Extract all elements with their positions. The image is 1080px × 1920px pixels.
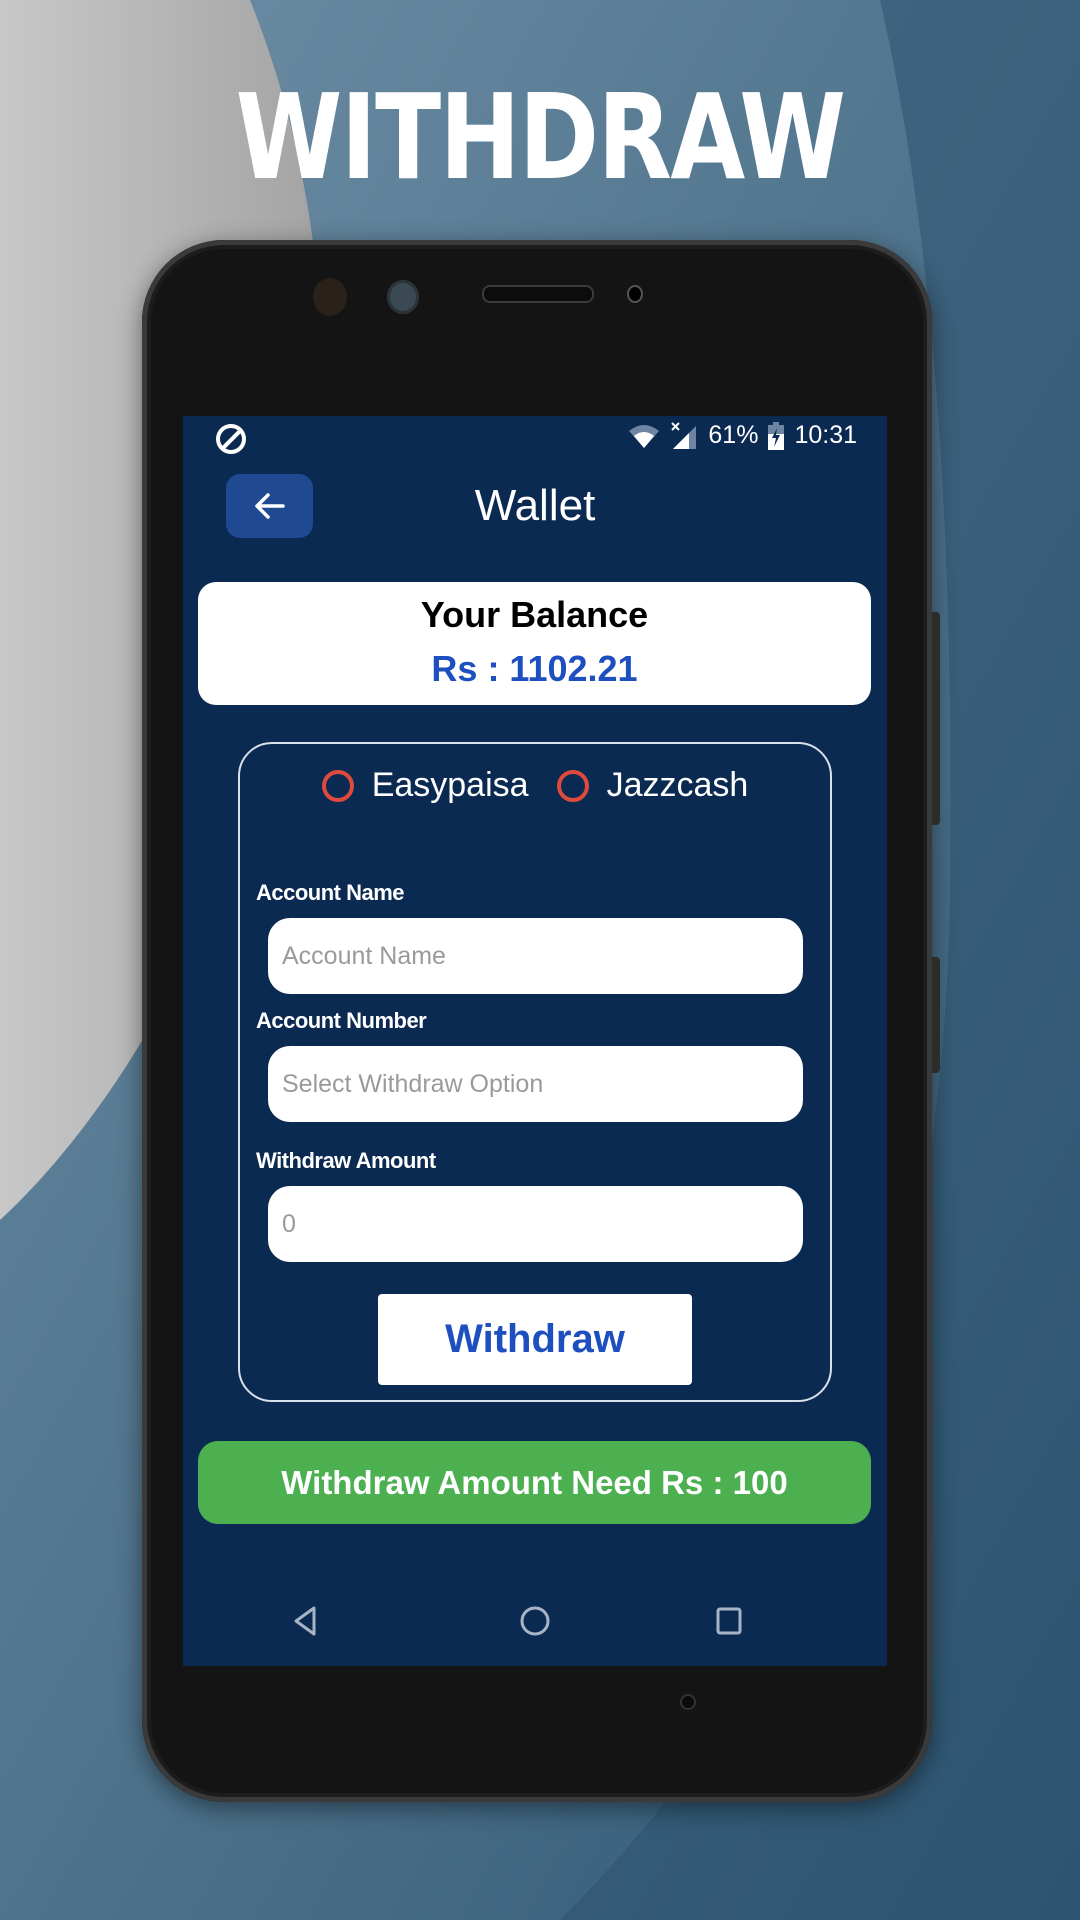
- nav-recents-button[interactable]: [704, 1596, 754, 1646]
- radio-circle-icon[interactable]: [321, 769, 354, 802]
- clock: 10:31: [794, 421, 857, 449]
- proximity-sensor: [627, 285, 643, 303]
- account-number-label: Account Number: [256, 1008, 427, 1033]
- battery-percent: 61%: [708, 421, 759, 449]
- withdraw-form: Easypaisa Jazzcash Account Name Account …: [238, 742, 832, 1402]
- nav-recents-icon: [716, 1607, 742, 1635]
- balance-value: Rs : 1102.21: [431, 648, 638, 689]
- balance-label: Your Balance: [420, 594, 649, 635]
- earpiece-speaker: [482, 285, 594, 303]
- payment-method-group: Easypaisa Jazzcash: [240, 766, 830, 805]
- nav-back-button[interactable]: [280, 1596, 330, 1646]
- phone-power-button: [932, 957, 940, 1073]
- minimum-withdraw-notice: Withdraw Amount Need Rs : 100: [198, 1441, 871, 1524]
- battery-charging-icon: [768, 421, 785, 450]
- withdraw-amount-input[interactable]: [268, 1186, 803, 1262]
- account-name-input[interactable]: [268, 918, 803, 994]
- radio-label: Jazzcash: [606, 766, 749, 804]
- status-indicators: 61% 10:31: [628, 421, 857, 450]
- account-number-input[interactable]: [268, 1046, 803, 1122]
- system-nav-bar: [183, 1596, 887, 1646]
- signal-no-data-icon: [671, 421, 697, 449]
- radio-jazzcash[interactable]: Jazzcash: [556, 766, 749, 805]
- front-camera: [313, 278, 347, 316]
- phone-microphone: [680, 1694, 696, 1710]
- radio-label: Easypaisa: [371, 766, 529, 804]
- front-sensor: [387, 280, 419, 314]
- withdraw-amount-label: Withdraw Amount: [256, 1148, 436, 1173]
- wifi-icon: [629, 424, 660, 448]
- nav-back-icon: [294, 1606, 316, 1636]
- balance-card: Your Balance Rs : 1102.21: [198, 582, 871, 705]
- nav-home-icon: [520, 1606, 550, 1636]
- account-name-label: Account Name: [256, 880, 405, 905]
- status-bar: 61% 10:31: [183, 416, 887, 460]
- app-screen: 61% 10:31 Wallet Your Balance Rs : 1102.…: [183, 416, 887, 1666]
- phone-volume-button: [932, 612, 940, 825]
- page-title: Wallet: [474, 481, 596, 530]
- nav-home-button[interactable]: [510, 1596, 560, 1646]
- do-not-disturb-icon: [216, 424, 246, 454]
- radio-easypaisa[interactable]: Easypaisa: [321, 766, 529, 805]
- promo-title: WITHDRAW: [235, 68, 846, 206]
- radio-circle-icon[interactable]: [556, 769, 589, 802]
- withdraw-button[interactable]: Withdraw: [378, 1294, 692, 1385]
